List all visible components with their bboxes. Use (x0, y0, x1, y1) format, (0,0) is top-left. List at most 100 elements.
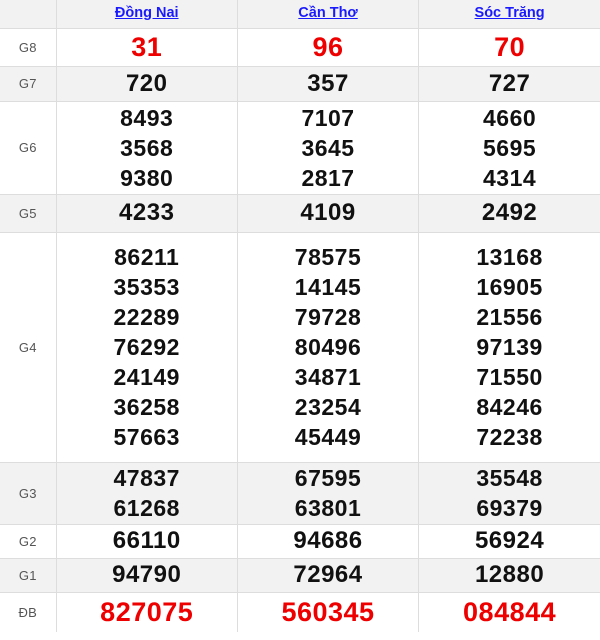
prize-cell-g1-col2: 72964 (236, 557, 420, 593)
header-province-1: Đồng Nai (55, 0, 238, 29)
number-stack: 7107 3645 2817 (238, 103, 418, 193)
number-stack: 72964 (238, 559, 418, 591)
number-stack: 47837 61268 (57, 463, 237, 523)
prize-number: 67595 (294, 465, 362, 491)
prize-number: 727 (488, 69, 531, 97)
number-stack: 86211 35353 22289 76292 24149 36258 57663 (57, 242, 237, 452)
prize-cell-g7-col1: 720 (55, 65, 238, 102)
number-stack: 94686 (238, 525, 418, 557)
prize-cell-g5-col1: 4233 (55, 193, 238, 233)
prize-cell-g8-col3: 70 (418, 27, 600, 67)
prize-number: 70 (494, 32, 526, 62)
prize-cell-g5-col3: 2492 (418, 193, 600, 233)
number-stack: 35548 69379 (419, 463, 600, 523)
prize-row-g5: G5 4233 4109 2492 (0, 193, 600, 233)
number-stack: 727 (419, 67, 600, 101)
number-stack: 13168 16905 21556 97139 71550 84246 72238 (419, 242, 600, 452)
prize-number: 3568 (120, 134, 174, 161)
header-province-2: Cần Thơ (236, 0, 420, 29)
prize-number: 56924 (474, 527, 545, 554)
prize-cell-g6-col3: 4660 5695 4314 (418, 100, 600, 195)
prize-cell-g4-col3: 13168 16905 21556 97139 71550 84246 72238 (418, 231, 600, 463)
prize-cell-g7-col3: 727 (418, 65, 600, 102)
province-link-soc-trang[interactable]: Sóc Trăng (475, 5, 545, 21)
prize-cell-g1-col1: 94790 (55, 557, 238, 593)
number-stack: 67595 63801 (238, 463, 418, 523)
prize-label-b: ĐB (0, 591, 57, 632)
prize-row-g2: G2 66110 94686 56924 (0, 523, 600, 559)
prize-number: 86211 (114, 244, 180, 270)
prize-label-g2: G2 (0, 523, 57, 559)
number-stack: 66110 (57, 525, 237, 557)
table-header: Đồng Nai Cần Thơ Sóc Trăng (0, 0, 600, 29)
number-stack: 2492 (419, 196, 600, 230)
prize-number: 36258 (113, 394, 180, 420)
prize-number: 16905 (476, 274, 543, 300)
prize-number: 31 (131, 32, 163, 62)
prize-label-g1: G1 (0, 557, 57, 593)
prize-number: 7107 (301, 104, 355, 131)
prize-number: 560345 (281, 597, 375, 628)
prize-cell-g3-col2: 67595 63801 (236, 461, 420, 525)
number-stack: 96 (238, 29, 418, 65)
prize-number: 96 (312, 32, 344, 62)
prize-number: 79728 (294, 304, 362, 330)
prize-number: 84246 (476, 394, 543, 420)
prize-number: 72964 (293, 561, 363, 588)
prize-row-g6: G6 8493 3568 9380 7107 3645 2817 4660 5695 4314 (0, 100, 600, 195)
prize-number: 34871 (294, 364, 362, 390)
prize-number: 720 (125, 69, 168, 97)
prize-label-g3: G3 (0, 461, 57, 525)
header-province-3: Sóc Trăng (418, 0, 600, 29)
header-corner-cell (0, 0, 57, 29)
prize-number: 8493 (120, 104, 174, 131)
prize-cell-g1-col3: 12880 (418, 557, 600, 593)
prize-number: 9380 (120, 164, 174, 191)
prize-label-g7: G7 (0, 65, 57, 102)
prize-cell-b-col1: 827075 (55, 591, 238, 632)
number-stack: 12880 (419, 559, 600, 591)
prize-number: 35353 (113, 274, 180, 300)
number-stack: 084844 (419, 594, 600, 630)
prize-label-g8: G8 (0, 27, 57, 67)
prize-row-g4: G4 86211 35353 22289 76292 24149 36258 57663 785… (0, 231, 600, 463)
number-stack: 4660 5695 4314 (419, 103, 600, 193)
prize-cell-g2-col1: 66110 (55, 523, 238, 559)
prize-number: 61268 (113, 495, 180, 521)
prize-label-g4: G4 (0, 231, 57, 463)
number-stack: 827075 (57, 594, 237, 630)
prize-number: 4109 (300, 199, 356, 226)
number-stack: 357 (238, 67, 418, 101)
prize-number: 71550 (476, 364, 543, 390)
province-link-dong-nai[interactable]: Đồng Nai (115, 5, 179, 21)
prize-row-b: ĐB 827075 560345 084844 (0, 591, 600, 632)
prize-row-g3: G3 47837 61268 67595 63801 35548 69379 (0, 461, 600, 525)
prize-number: 97139 (476, 334, 543, 360)
prize-number: 22289 (113, 304, 180, 330)
prize-label-g5: G5 (0, 193, 57, 233)
prize-row-g1: G1 94790 72964 12880 (0, 557, 600, 593)
prize-number: 94686 (293, 527, 363, 554)
prize-cell-g2-col2: 94686 (236, 523, 420, 559)
prize-cell-g2-col3: 56924 (418, 523, 600, 559)
prize-cell-g6-col1: 8493 3568 9380 (55, 100, 238, 195)
prize-row-g8: G8 31 96 70 (0, 27, 600, 67)
prize-number: 13168 (476, 244, 543, 270)
prize-number: 4233 (119, 199, 175, 226)
prize-number: 80496 (294, 334, 362, 360)
prize-number: 63801 (294, 495, 362, 521)
prize-cell-g5-col2: 4109 (236, 193, 420, 233)
lottery-results-table: Đồng Nai Cần Thơ Sóc Trăng G8 31 96 70 G7 720… (0, 0, 600, 632)
prize-number: 357 (307, 69, 349, 97)
number-stack: 56924 (419, 525, 600, 557)
number-stack: 78575 14145 79728 80496 34871 23254 45449 (238, 242, 418, 452)
prize-number: 14145 (294, 274, 362, 300)
province-link-can-tho[interactable]: Cần Thơ (298, 5, 357, 21)
prize-number: 4314 (483, 164, 537, 191)
prize-row-g7: G7 720 357 727 (0, 65, 600, 102)
prize-cell-g3-col1: 47837 61268 (55, 461, 238, 525)
prize-number: 76292 (113, 334, 180, 360)
prize-number: 24149 (113, 364, 180, 390)
table-body: G8 31 96 70 G7 720 357 727 G6 8493 3568 9380 7107 364… (0, 27, 600, 632)
prize-number: 827075 (100, 597, 194, 628)
